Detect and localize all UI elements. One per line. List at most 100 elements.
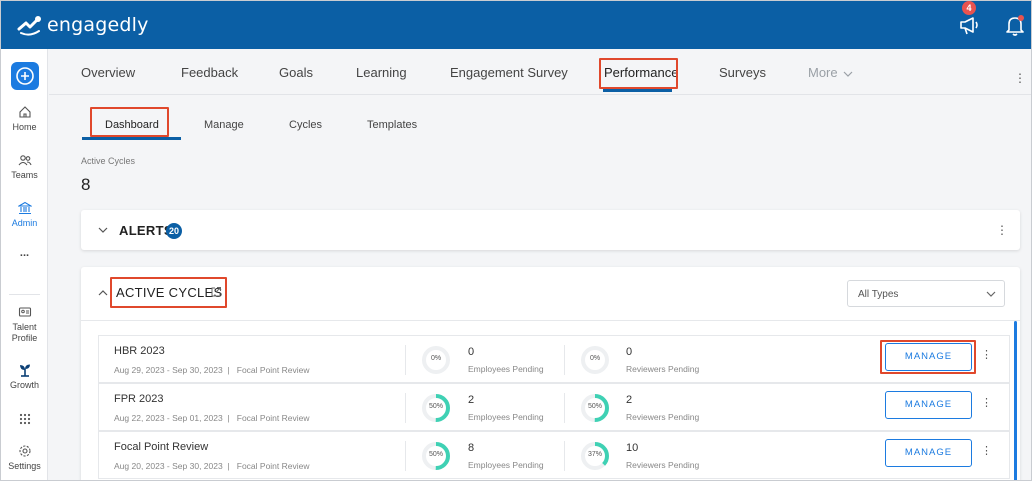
highlight-box [110, 277, 227, 308]
cycle-meta: Aug 20, 2023 - Sep 30, 2023 | Focal Poin… [114, 461, 310, 471]
employees-pending-count: 0 [468, 346, 475, 358]
sidebar-item-teams[interactable]: Teams [1, 153, 48, 180]
gear-icon [18, 445, 31, 457]
bell-dot [1018, 15, 1024, 21]
employees-progress: 0% [420, 344, 452, 376]
cycle-template: Focal Point Review [236, 365, 310, 375]
alerts-panel[interactable] [81, 210, 1020, 250]
cycle-row[interactable]: Focal Point Review Aug 20, 2023 - Sep 30,… [98, 431, 1010, 479]
sidebar-item-settings[interactable]: Settings [1, 444, 48, 471]
employees-pending-label: Employees Pending [468, 460, 544, 470]
tab-learning[interactable]: Learning [356, 65, 407, 80]
row-menu-icon[interactable]: ⋮ [981, 396, 992, 409]
reviewers-pending-count: 2 [626, 394, 633, 406]
select-value: All Types [858, 289, 899, 300]
employees-pending-label: Employees Pending [468, 364, 544, 374]
cycle-name[interactable]: HBR 2023 [114, 345, 165, 357]
sidebar-item-label: Home [12, 122, 37, 132]
sidebar-item-apps[interactable] [1, 413, 48, 428]
sidebar-item-label: ... [19, 247, 30, 259]
reviewers-progress-label: 37% [587, 451, 602, 458]
employees-progress-label: 50% [428, 403, 443, 410]
subtab-templates[interactable]: Templates [367, 119, 417, 131]
cycle-dates: Aug 22, 2023 - Sep 01, 2023 [114, 413, 223, 423]
growth-icon [19, 364, 30, 377]
chevron-up-icon[interactable] [98, 288, 108, 298]
tab-surveys[interactable]: Surveys [719, 65, 766, 80]
row-divider [405, 441, 406, 471]
cycle-dates: Aug 29, 2023 - Sep 30, 2023 [114, 365, 223, 375]
chevron-down-icon[interactable] [98, 225, 108, 235]
sidebar-item-label: Settings [8, 461, 41, 471]
sidebar-item-talent-profile[interactable]: Talent Profile [1, 305, 48, 344]
cycle-name[interactable]: Focal Point Review [114, 441, 208, 453]
cycle-meta-separator: | [227, 461, 230, 471]
logo-text: engagedly [47, 14, 149, 36]
active-cycles-label: Active Cycles [81, 156, 136, 166]
cycle-type-select[interactable]: All Types [847, 280, 1005, 307]
highlight-box [599, 58, 678, 89]
create-button[interactable] [11, 62, 39, 90]
cycle-meta: Aug 29, 2023 - Sep 30, 2023 | Focal Poin… [114, 365, 310, 375]
top-bar: engagedly 4 [1, 1, 1031, 49]
employees-progress-label: 0% [430, 355, 442, 362]
cycle-meta: Aug 22, 2023 - Sep 01, 2023 | Focal Poin… [114, 413, 310, 423]
sidebar-item-more[interactable]: ... [1, 247, 48, 259]
active-subtab-indicator [82, 137, 181, 140]
sidebar-item-label: Growth [9, 380, 39, 390]
id-card-icon [18, 307, 31, 317]
divider [81, 320, 1020, 321]
tab-feedback[interactable]: Feedback [181, 65, 238, 80]
bank-icon [17, 201, 32, 215]
subtab-manage[interactable]: Manage [204, 119, 244, 131]
cycle-dates: Aug 20, 2023 - Sep 30, 2023 [114, 461, 223, 471]
sidebar-item-growth[interactable]: Growth [1, 363, 48, 390]
cycle-meta-separator: | [227, 365, 230, 375]
engagedly-logo-icon [17, 16, 41, 36]
sidebar-item-admin[interactable]: Admin [1, 201, 48, 228]
row-divider [564, 441, 565, 471]
chevron-down-icon [986, 291, 996, 297]
row-divider [564, 345, 565, 375]
highlight-box [90, 107, 169, 137]
active-cycles-count: 8 [81, 175, 91, 194]
logo[interactable]: engagedly [17, 13, 149, 37]
plus-icon [16, 67, 34, 85]
home-icon [18, 106, 31, 118]
tab-more[interactable]: More [808, 65, 838, 80]
employees-pending-label: Employees Pending [468, 412, 544, 422]
reviewers-progress-label: 50% [587, 403, 602, 410]
row-menu-icon[interactable]: ⋮ [981, 444, 992, 457]
alerts-count-badge: 20 [166, 223, 182, 239]
subtab-cycles[interactable]: Cycles [289, 119, 322, 131]
tab-engagement-survey[interactable]: Engagement Survey [450, 65, 568, 80]
tab-goals[interactable]: Goals [279, 65, 313, 80]
sidebar: Home Teams Admin ... Talent Profile Grow… [1, 49, 48, 480]
manage-button[interactable]: MANAGE [885, 439, 972, 467]
row-divider [405, 393, 406, 423]
grid-icon [19, 413, 30, 425]
manage-button[interactable]: MANAGE [885, 391, 972, 419]
reviewers-pending-label: Reviewers Pending [626, 460, 700, 470]
sidebar-item-label: Teams [11, 170, 38, 180]
cycle-row[interactable]: HBR 2023 Aug 29, 2023 - Sep 30, 2023 | Fo… [98, 335, 1010, 383]
reviewers-pending-label: Reviewers Pending [626, 364, 700, 374]
sidebar-item-home[interactable]: Home [1, 105, 48, 132]
sidebar-item-label: Talent Profile [11, 322, 38, 343]
scrollbar[interactable] [1014, 321, 1017, 480]
reviewers-pending-count: 0 [626, 346, 633, 358]
employees-pending-count: 8 [468, 442, 475, 454]
reviewers-progress: 50% [579, 392, 611, 424]
megaphone-icon[interactable] [957, 13, 981, 37]
highlight-box [880, 340, 976, 374]
notification-badge: 4 [962, 1, 976, 15]
cycle-meta-separator: | [227, 413, 230, 423]
reviewers-progress-label: 0% [589, 355, 601, 362]
row-menu-icon[interactable]: ⋮ [981, 348, 992, 361]
cycle-row[interactable]: FPR 2023 Aug 22, 2023 - Sep 01, 2023 | Fo… [98, 383, 1010, 431]
sidebar-divider [9, 294, 40, 295]
tab-overview[interactable]: Overview [81, 65, 135, 80]
cycle-name[interactable]: FPR 2023 [114, 393, 164, 405]
alerts-menu-icon[interactable]: ⋮ [996, 223, 1008, 237]
nav-more-menu-icon[interactable]: ⋮ [1014, 71, 1026, 85]
